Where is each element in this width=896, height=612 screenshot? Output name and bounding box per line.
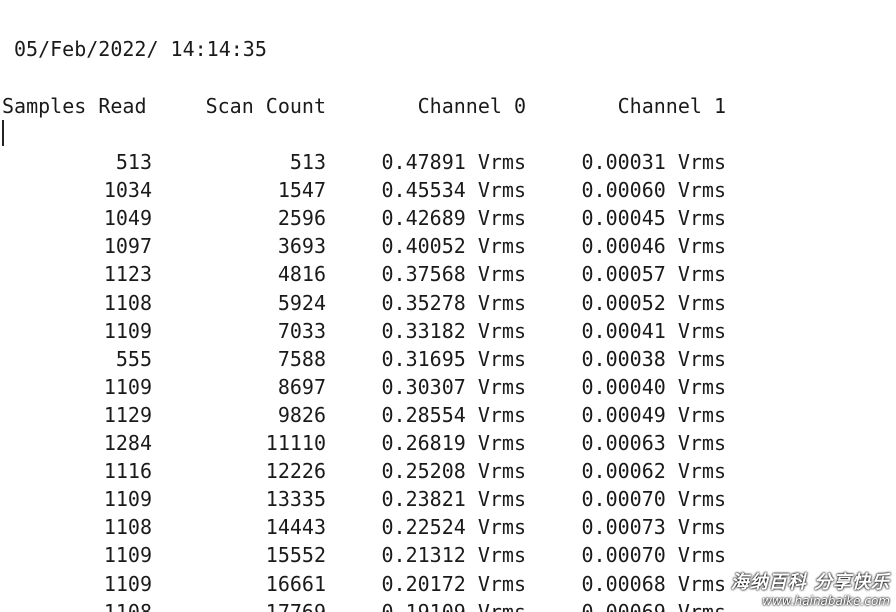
- header-channel-0: Channel 0: [417, 94, 526, 118]
- cell-channel-0: 0.33182 Vrms: [381, 318, 527, 343]
- cell-channel-0: 0.26819 Vrms: [381, 431, 527, 455]
- cell-scan-count: 12226: [265, 459, 326, 484]
- cell-samples-read: 1109: [103, 543, 152, 568]
- cell-channel-1: 0.00038 Vrms: [581, 346, 727, 371]
- cell-samples-read: 1034: [103, 178, 152, 203]
- cell-channel-1: 0.00070 Vrms: [581, 487, 727, 512]
- cell-channel-1: 0.00063 Vrms: [581, 431, 727, 455]
- cell-channel-1: 0.00060 Vrms: [581, 178, 727, 203]
- cell-scan-count: 5924: [277, 290, 326, 315]
- cell-samples-read: 1129: [103, 402, 152, 427]
- cell-channel-0: 0.40052 Vrms: [381, 234, 527, 259]
- table-row: 1109 13335 0.23821 Vrms 0.00070 Vrms: [0, 485, 896, 513]
- cell-scan-count: 513: [289, 150, 326, 174]
- cell-channel-0: 0.19109 Vrms: [381, 599, 527, 612]
- cell-samples-read: 1108: [103, 599, 152, 612]
- cell-scan-count: 11110: [265, 431, 326, 455]
- cell-channel-1: 0.00068 Vrms: [581, 571, 727, 596]
- cell-channel-0: 0.20172 Vrms: [381, 571, 527, 596]
- cell-samples-read: 1108: [103, 515, 152, 540]
- table-row: 1034 1547 0.45534 Vrms 0.00060 Vrms: [0, 176, 896, 204]
- cell-channel-1: 0.00040 Vrms: [581, 374, 727, 399]
- cell-samples-read: 1109: [103, 318, 152, 343]
- cell-samples-read: 513: [115, 150, 152, 174]
- watermark: 海纳百科 分享快乐 www.hainabaike.com: [731, 568, 890, 608]
- cell-scan-count: 7033: [277, 318, 326, 343]
- table-row: 513 513 0.47891 Vrms 0.00031 Vrms: [0, 148, 896, 176]
- header-samples-read: Samples Read: [2, 94, 147, 118]
- cell-samples-read: 1097: [103, 234, 152, 259]
- table-header: Samples Read Scan Count Channel 0 Channe…: [0, 92, 896, 120]
- table-row: 1284 11110 0.26819 Vrms 0.00063 Vrms: [0, 429, 896, 457]
- cell-scan-count: 4816: [277, 262, 326, 287]
- cell-channel-1: 0.00031 Vrms: [581, 150, 727, 174]
- table-row: 1109 8697 0.30307 Vrms 0.00040 Vrms: [0, 373, 896, 401]
- table-row: 1109 15552 0.21312 Vrms 0.00070 Vrms: [0, 541, 896, 569]
- cell-scan-count: 14443: [265, 515, 326, 540]
- cell-channel-0: 0.22524 Vrms: [381, 515, 527, 540]
- cell-scan-count: 13335: [265, 487, 326, 512]
- watermark-url: www.hainabaike.com: [762, 594, 890, 608]
- cell-channel-1: 0.00049 Vrms: [581, 402, 727, 427]
- cell-scan-count: 9826: [277, 402, 326, 427]
- cell-scan-count: 15552: [265, 543, 326, 568]
- header-channel-1: Channel 1: [617, 94, 726, 118]
- cell-samples-read: 1284: [103, 431, 152, 455]
- cell-samples-read: 1049: [103, 206, 152, 231]
- cell-samples-read: 1109: [103, 487, 152, 512]
- cell-channel-1: 0.00062 Vrms: [581, 459, 727, 484]
- cell-channel-0: 0.23821 Vrms: [381, 487, 527, 512]
- cell-scan-count: 8697: [277, 374, 326, 399]
- cell-scan-count: 17769: [265, 599, 326, 612]
- cell-channel-1: 0.00073 Vrms: [581, 515, 727, 540]
- watermark-text: 海纳百科 分享快乐: [730, 572, 890, 593]
- cell-channel-0: 0.25208 Vrms: [381, 459, 527, 484]
- cell-scan-count: 7588: [277, 346, 326, 371]
- cell-channel-1: 0.00045 Vrms: [581, 206, 727, 231]
- cell-channel-0: 0.45534 Vrms: [381, 178, 527, 203]
- cell-samples-read: 1109: [103, 374, 152, 399]
- cell-channel-0: 0.47891 Vrms: [381, 150, 527, 174]
- console-output: 05/Feb/2022/ 14:14:35 Samples Read Scan …: [0, 0, 896, 612]
- cell-channel-1: 0.00041 Vrms: [581, 318, 727, 343]
- cell-channel-1: 0.00069 Vrms: [581, 599, 727, 612]
- cell-channel-0: 0.42689 Vrms: [381, 206, 527, 231]
- timestamp: 05/Feb/2022/ 14:14:35: [14, 37, 267, 61]
- cell-samples-read: 1109: [103, 571, 152, 596]
- table-row: 1049 2596 0.42689 Vrms 0.00045 Vrms: [0, 204, 896, 232]
- table-row: 1097 3693 0.40052 Vrms 0.00046 Vrms: [0, 232, 896, 260]
- cell-channel-1: 0.00046 Vrms: [581, 234, 727, 259]
- table-row: 555 7588 0.31695 Vrms 0.00038 Vrms: [0, 345, 896, 373]
- cell-channel-1: 0.00070 Vrms: [581, 543, 727, 568]
- cell-channel-0: 0.35278 Vrms: [381, 290, 527, 315]
- table-row: 1123 4816 0.37568 Vrms 0.00057 Vrms: [0, 260, 896, 288]
- cell-channel-0: 0.37568 Vrms: [381, 262, 527, 287]
- table-row: 1108 5924 0.35278 Vrms 0.00052 Vrms: [0, 289, 896, 317]
- cell-samples-read: 1116: [103, 459, 152, 484]
- cell-samples-read: 1123: [103, 262, 152, 287]
- cell-samples-read: 1108: [103, 290, 152, 315]
- table-row: 1109 7033 0.33182 Vrms 0.00041 Vrms: [0, 317, 896, 345]
- cell-channel-1: 0.00052 Vrms: [581, 290, 727, 315]
- table-row: 1108 14443 0.22524 Vrms 0.00073 Vrms: [0, 513, 896, 541]
- table-row: 1129 9826 0.28554 Vrms 0.00049 Vrms: [0, 401, 896, 429]
- cell-channel-0: 0.30307 Vrms: [381, 374, 527, 399]
- cell-scan-count: 2596: [277, 206, 326, 231]
- cell-channel-0: 0.21312 Vrms: [381, 543, 527, 568]
- cell-scan-count: 16661: [265, 571, 326, 596]
- cell-channel-0: 0.31695 Vrms: [381, 346, 527, 371]
- text-cursor: [2, 120, 4, 146]
- cell-channel-1: 0.00057 Vrms: [581, 262, 727, 287]
- cell-scan-count: 3693: [277, 234, 326, 259]
- header-scan-count: Scan Count: [205, 94, 326, 118]
- cell-channel-0: 0.28554 Vrms: [381, 402, 527, 427]
- cell-samples-read: 555: [115, 346, 152, 371]
- table-row: 1116 12226 0.25208 Vrms 0.00062 Vrms: [0, 457, 896, 485]
- cell-scan-count: 1547: [277, 178, 326, 203]
